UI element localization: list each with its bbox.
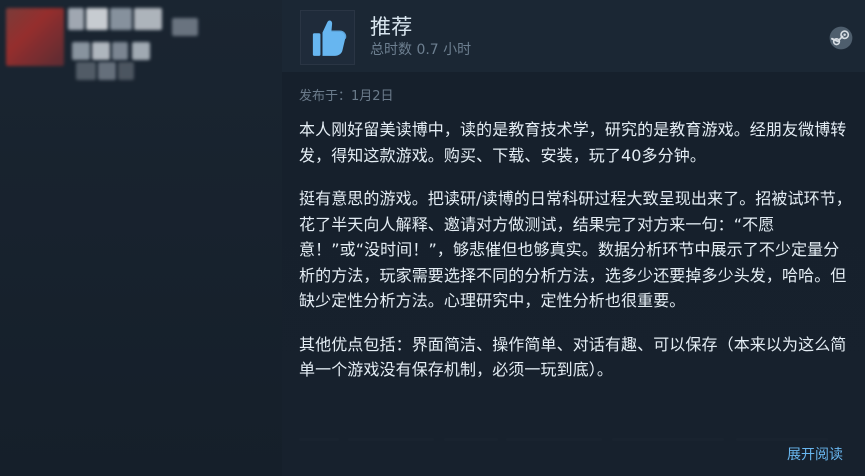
review-body: 本人刚好留美读博中，读的是教育技术学，研究的是教育游戏。经朋友微博转发，得知这款… xyxy=(299,117,852,383)
recommendation-label: 推荐 xyxy=(370,15,413,39)
review-paragraph-2: 挺有意思的游戏。把读研/读博的日常科研过程大致呈现出来了。招被试环节，花了半天向… xyxy=(299,189,852,310)
profile-meta-blur xyxy=(112,42,128,60)
profile-name-blur xyxy=(134,8,162,30)
faded-text-line xyxy=(348,438,434,441)
reviewer-panel xyxy=(0,0,270,476)
expand-review-link[interactable]: 展开阅读 xyxy=(787,448,843,462)
profile-name-blur xyxy=(86,8,108,30)
profile-meta-blur xyxy=(98,62,116,80)
review-header: 推荐 总时数 0.7 小时 xyxy=(282,0,865,72)
profile-meta-blur xyxy=(76,62,96,80)
profile-meta-blur xyxy=(132,42,150,60)
faded-text-line xyxy=(299,438,339,441)
steam-icon xyxy=(828,25,854,51)
posted-date: 发布于：1月2日 xyxy=(299,89,394,104)
profile-meta-blur xyxy=(172,18,198,36)
faded-text-line xyxy=(612,438,724,441)
profile-meta-blur xyxy=(72,42,90,60)
faded-text-line xyxy=(736,438,828,441)
faded-text-line xyxy=(444,438,498,441)
reviewer-info-blurred xyxy=(0,0,220,88)
profile-meta-blur xyxy=(118,62,134,80)
review-paragraph-1: 本人刚好留美读博中，读的是教育技术学，研究的是教育游戏。经朋友微博转发，得知这款… xyxy=(299,120,847,165)
avatar xyxy=(6,8,64,66)
thumbs-up-icon xyxy=(300,10,355,65)
profile-name-blur xyxy=(110,8,132,30)
faded-text-line xyxy=(506,438,602,441)
review-page: 推荐 总时数 0.7 小时 发布于：1月2日 本人刚好留美读博中，读的是教育技术… xyxy=(0,0,865,476)
hours-played: 总时数 0.7 小时 xyxy=(370,42,472,58)
text-fade-overlay xyxy=(282,390,865,476)
review-panel: 推荐 总时数 0.7 小时 发布于：1月2日 本人刚好留美读博中，读的是教育技术… xyxy=(282,0,865,476)
profile-name-blur xyxy=(68,8,84,30)
review-paragraph-3: 其他优点包括：界面简洁、操作简单、对话有趣、可以保存（本来以为这么简单一个游戏没… xyxy=(299,334,847,380)
profile-meta-blur xyxy=(92,42,110,60)
